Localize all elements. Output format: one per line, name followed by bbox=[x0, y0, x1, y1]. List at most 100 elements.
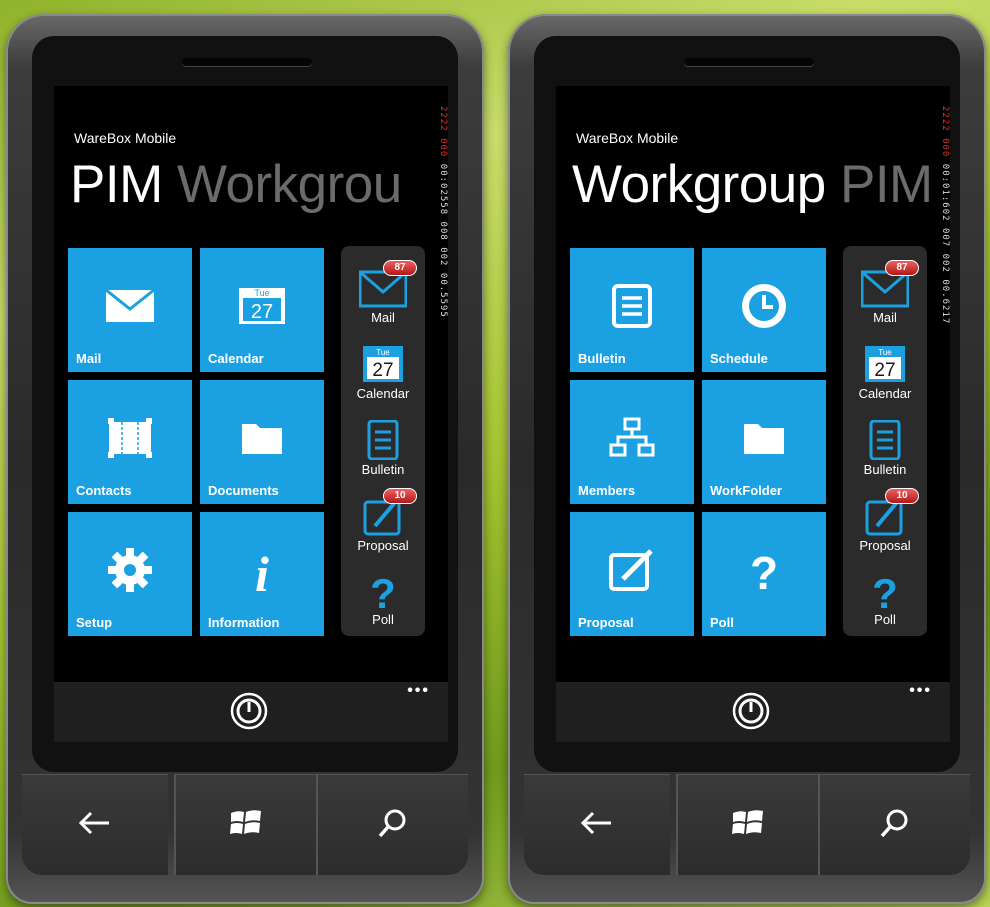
calendar-icon: Tue 27 bbox=[865, 346, 905, 382]
debug-counter: 2222 000 00:01:602 007 002 00.6217 bbox=[940, 106, 950, 325]
folder-icon bbox=[744, 424, 784, 454]
count-badge: 10 bbox=[885, 488, 919, 504]
tile-mail[interactable]: Mail bbox=[68, 248, 192, 372]
tile-label: Poll bbox=[710, 615, 734, 630]
side-item-proposal[interactable]: 10 Proposal bbox=[843, 488, 927, 553]
bulletin-icon bbox=[869, 419, 901, 461]
side-item-mail[interactable]: 87 Mail bbox=[843, 260, 927, 325]
svg-text:27: 27 bbox=[251, 301, 273, 323]
power-icon[interactable] bbox=[230, 692, 268, 730]
side-item-bulletin[interactable]: Bulletin bbox=[341, 419, 425, 477]
tile-members[interactable]: Members bbox=[570, 380, 694, 504]
svg-text:27: 27 bbox=[874, 360, 895, 381]
title-active: Workgroup bbox=[572, 155, 826, 214]
back-arrow-icon bbox=[580, 811, 611, 835]
hardware-start-button[interactable] bbox=[676, 774, 820, 875]
tile-label: Bulletin bbox=[578, 351, 626, 366]
panorama-title: PIM Workgrou bbox=[70, 154, 402, 215]
folder-icon bbox=[242, 424, 282, 454]
app-name: WareBox Mobile bbox=[576, 130, 679, 146]
side-item-calendar[interactable]: Tue 27 Calendar bbox=[341, 344, 425, 401]
tile-schedule[interactable]: Schedule bbox=[702, 248, 826, 372]
debug-counter: 2222 000 00:02558 008 002 00.5595 bbox=[438, 106, 448, 318]
tile-label: Proposal bbox=[578, 615, 634, 630]
tile-bulletin[interactable]: Bulletin bbox=[570, 248, 694, 372]
question-icon: ? bbox=[872, 570, 898, 617]
org-chart-icon bbox=[609, 417, 655, 457]
contacts-icon bbox=[108, 418, 152, 458]
count-badge: 10 bbox=[383, 488, 417, 504]
windows-logo-icon bbox=[230, 810, 261, 834]
phone-screen: 2222 000 00:02558 008 002 00.5595 WareBo… bbox=[54, 86, 448, 742]
hardware-search-button[interactable] bbox=[318, 774, 468, 875]
tile-label: WorkFolder bbox=[710, 483, 782, 498]
side-item-mail[interactable]: 87 Mail bbox=[341, 260, 425, 325]
side-item-calendar[interactable]: Tue 27 Calendar bbox=[843, 344, 927, 401]
proposal-icon bbox=[609, 549, 653, 591]
panorama-title: Workgroup PIM bbox=[572, 154, 933, 215]
phone-right: 2222 000 00:01:602 007 002 00.6217 WareB… bbox=[508, 14, 986, 904]
svg-text:?: ? bbox=[750, 547, 778, 593]
tile-label: Calendar bbox=[208, 351, 264, 366]
calendar-icon: Tue 27 bbox=[363, 346, 403, 382]
quick-access-panel: 87 Mail Tue 27 Calendar Bulletin 10 Propo… bbox=[341, 246, 425, 636]
tile-label: Setup bbox=[76, 615, 113, 630]
back-arrow-icon bbox=[78, 811, 109, 835]
quick-access-panel: 87 Mail Tue 27 Calendar Bulletin 10 Propo… bbox=[843, 246, 927, 636]
question-icon: ? bbox=[750, 547, 778, 593]
application-bar: ••• bbox=[556, 682, 950, 742]
earpiece-speaker bbox=[684, 58, 814, 66]
phone-screen: 2222 000 00:01:602 007 002 00.6217 WareB… bbox=[556, 86, 950, 742]
tile-documents[interactable]: Documents bbox=[200, 380, 324, 504]
side-item-proposal[interactable]: 10 Proposal bbox=[341, 488, 425, 553]
side-item-poll[interactable]: ? Poll bbox=[341, 570, 425, 627]
tile-calendar[interactable]: Tue 27 Calendar bbox=[200, 248, 324, 372]
svg-text:Tue: Tue bbox=[878, 348, 892, 357]
unread-badge: 87 bbox=[383, 260, 417, 276]
side-item-bulletin[interactable]: Bulletin bbox=[843, 419, 927, 477]
tile-setup[interactable]: Setup bbox=[68, 512, 192, 636]
side-item-poll[interactable]: ? Poll bbox=[843, 570, 927, 627]
hardware-back-button[interactable] bbox=[22, 774, 168, 875]
unread-badge: 87 bbox=[885, 260, 919, 276]
bulletin-icon bbox=[612, 284, 652, 328]
title-next[interactable]: PIM bbox=[840, 155, 933, 214]
power-icon[interactable] bbox=[732, 692, 770, 730]
earpiece-speaker bbox=[182, 58, 312, 66]
title-active: PIM bbox=[70, 155, 163, 214]
mail-icon bbox=[105, 289, 155, 322]
tile-contacts[interactable]: Contacts bbox=[68, 380, 192, 504]
search-icon bbox=[880, 809, 908, 838]
hardware-start-button[interactable] bbox=[174, 774, 318, 875]
svg-text:Tue: Tue bbox=[376, 348, 390, 357]
tile-label: Documents bbox=[208, 483, 279, 498]
calendar-icon: Tue 27 bbox=[239, 288, 285, 324]
tile-label: Schedule bbox=[710, 351, 768, 366]
question-icon: ? bbox=[370, 570, 396, 617]
gear-icon bbox=[108, 548, 152, 592]
app-name: WareBox Mobile bbox=[74, 130, 177, 146]
svg-text:?: ? bbox=[370, 570, 396, 610]
search-icon bbox=[378, 809, 406, 838]
tile-label: Mail bbox=[76, 351, 102, 366]
tile-workfolder[interactable]: WorkFolder bbox=[702, 380, 826, 504]
svg-text:Tue: Tue bbox=[254, 288, 269, 298]
more-options-button[interactable]: ••• bbox=[909, 682, 932, 700]
title-next[interactable]: Workgrou bbox=[177, 155, 402, 214]
phone-left: 2222 000 00:02558 008 002 00.5595 WareBo… bbox=[6, 14, 484, 904]
svg-text:?: ? bbox=[872, 570, 898, 610]
svg-text:i: i bbox=[255, 546, 269, 595]
info-icon: i bbox=[255, 546, 269, 595]
tile-proposal[interactable]: Proposal bbox=[570, 512, 694, 636]
clock-icon bbox=[742, 284, 786, 328]
hardware-back-button[interactable] bbox=[524, 774, 670, 875]
tile-poll[interactable]: ? Poll bbox=[702, 512, 826, 636]
tile-label: Contacts bbox=[76, 483, 132, 498]
tile-label: Members bbox=[578, 483, 636, 498]
tile-information[interactable]: i Information bbox=[200, 512, 324, 636]
more-options-button[interactable]: ••• bbox=[407, 682, 430, 700]
application-bar: ••• bbox=[54, 682, 448, 742]
svg-text:27: 27 bbox=[372, 360, 393, 381]
hardware-search-button[interactable] bbox=[820, 774, 970, 875]
windows-logo-icon bbox=[732, 810, 763, 834]
